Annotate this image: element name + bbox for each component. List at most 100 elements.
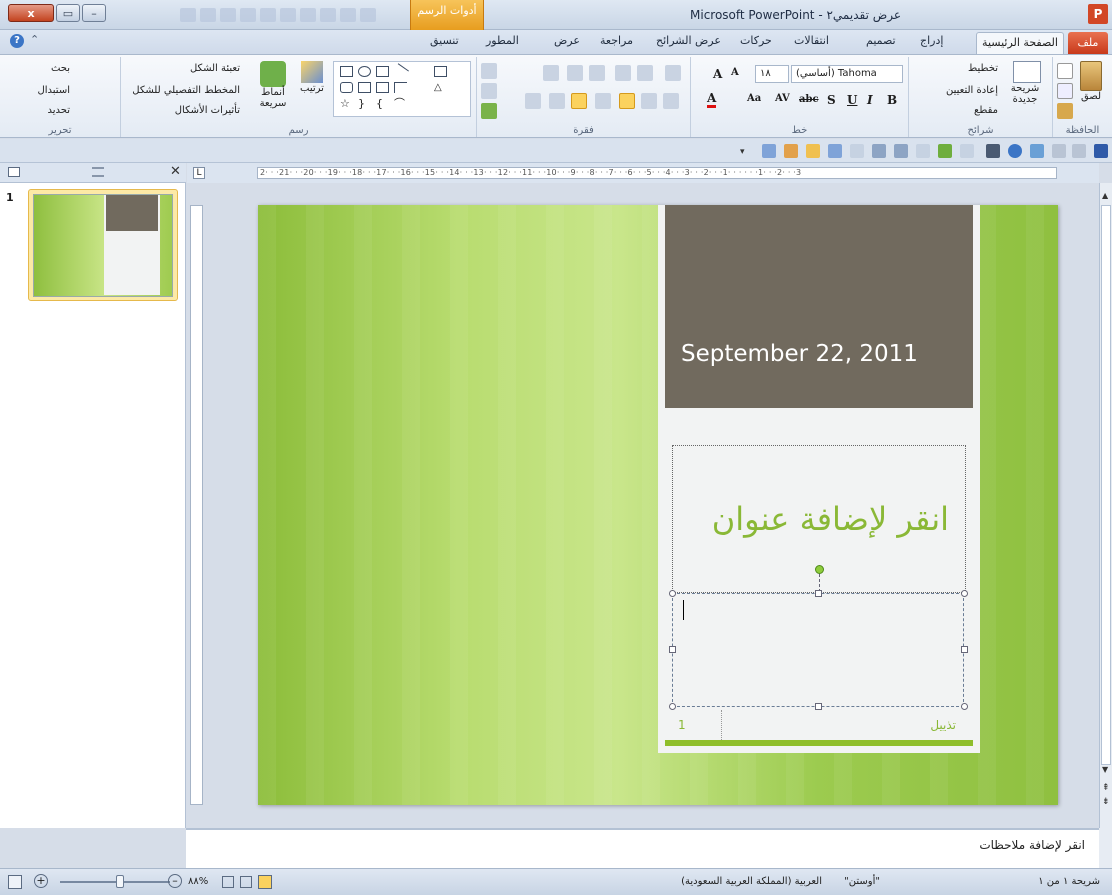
copy-icon[interactable] [1057, 83, 1073, 99]
scroll-thumb[interactable] [1101, 205, 1111, 765]
rectangle-shape-icon[interactable] [340, 66, 353, 77]
qat-view-icon[interactable] [960, 144, 974, 158]
tab-transitions[interactable]: انتقالات [794, 34, 829, 47]
cut-icon[interactable] [1057, 63, 1073, 79]
slide-thumbnail[interactable] [28, 189, 178, 301]
qat-slideshow-icon[interactable] [762, 144, 776, 158]
rounded-shape-icon[interactable] [340, 82, 353, 93]
tab-view[interactable]: عرض [554, 34, 580, 47]
format-painter-icon[interactable] [1057, 103, 1073, 119]
rotation-handle[interactable] [815, 565, 824, 574]
bullets-icon[interactable] [615, 65, 631, 81]
layout-button[interactable]: تخطيط [968, 63, 998, 74]
align-text-icon[interactable] [481, 83, 497, 99]
find-button[interactable]: بحث [51, 63, 70, 74]
section-button[interactable]: مقطع [974, 105, 998, 116]
normal-view-icon[interactable] [258, 875, 272, 889]
qat-chart-icon[interactable] [828, 144, 842, 158]
new-slide-button[interactable]: شريحة جديدة [1005, 61, 1049, 105]
oval-shape-icon[interactable] [358, 66, 371, 77]
shape-outline-button[interactable]: المخطط التفصيلي للشكل [132, 85, 240, 96]
save-icon[interactable] [1094, 144, 1108, 158]
columns-icon[interactable] [525, 93, 541, 109]
slides-tab-icon[interactable] [8, 167, 20, 177]
curly-shape-icon[interactable]: { [376, 98, 389, 109]
resize-handle[interactable] [815, 590, 822, 597]
scroll-down-icon[interactable]: ▼ [1102, 765, 1108, 774]
right-arrow-shape-icon[interactable] [376, 82, 389, 93]
arc-shape-icon[interactable]: ⌒ [394, 98, 407, 109]
change-case-button[interactable]: Aa [747, 93, 761, 104]
qat-open-icon[interactable] [806, 144, 820, 158]
powerpoint-logo-icon[interactable]: P [1088, 4, 1108, 24]
qat-picture-icon[interactable] [872, 144, 886, 158]
align-right-icon[interactable] [663, 93, 679, 109]
font-color-button[interactable]: A [707, 91, 717, 108]
shape-fill-button[interactable]: تعبئة الشكل [190, 63, 240, 74]
resize-handle[interactable] [961, 703, 968, 710]
qat-customize-icon[interactable]: ▾ [740, 147, 748, 157]
rtl-direction-icon[interactable] [571, 93, 587, 109]
slide[interactable]: September 22, 2011 انقر لإضافة عنوان 1 ت… [258, 205, 1058, 805]
brace-shape-icon[interactable]: } [358, 98, 371, 109]
tab-file[interactable]: ملف [1068, 32, 1108, 54]
increase-indent-icon[interactable] [567, 65, 583, 81]
tab-developer[interactable]: المطور [486, 34, 519, 47]
textbox-shape-icon[interactable] [434, 66, 447, 77]
select-button[interactable]: تحديد [47, 105, 70, 116]
quick-styles-button[interactable]: أنماط سريعة [253, 61, 293, 109]
grow-font-button[interactable]: A [713, 67, 722, 81]
slide-number[interactable]: 1 [678, 718, 686, 732]
line-spacing-icon[interactable] [543, 65, 559, 81]
qat-tool-icon[interactable] [1030, 144, 1044, 158]
resize-handle[interactable] [669, 703, 676, 710]
bold-button[interactable]: B [887, 93, 897, 107]
qat-align-icon[interactable] [986, 144, 1000, 158]
arrange-button[interactable]: ترتيب [293, 61, 331, 94]
tab-animations[interactable]: حركات [740, 34, 772, 47]
slide-sorter-icon[interactable] [240, 876, 252, 888]
down-arrow-shape-icon[interactable] [358, 82, 371, 93]
shapes-gallery[interactable]: △ ☆ } { ⌒ [333, 61, 471, 117]
minimize-button[interactable]: – [82, 4, 106, 22]
tab-slideshow[interactable]: عرض الشرائح [656, 34, 721, 47]
fit-slide-icon[interactable] [8, 875, 22, 889]
resize-handle[interactable] [815, 703, 822, 710]
text-direction-vertical-icon[interactable] [481, 63, 497, 79]
align-left-icon[interactable] [619, 93, 635, 109]
qat-textbox-icon[interactable] [916, 144, 930, 158]
resize-handle[interactable] [669, 590, 676, 597]
ltr-direction-icon[interactable] [549, 93, 565, 109]
zoom-in-icon[interactable]: + [34, 874, 48, 888]
underline-button[interactable]: U [847, 93, 857, 107]
paste-button[interactable]: لصق [1073, 61, 1109, 102]
tab-insert[interactable]: إدراج [920, 34, 943, 47]
help-icon[interactable]: ? [10, 34, 24, 48]
zoom-slider[interactable] [60, 881, 170, 883]
next-slide-icon[interactable]: ⇟ [1102, 797, 1110, 807]
tab-format[interactable]: تنسيق [430, 34, 459, 47]
reset-button[interactable]: إعادة التعيين [946, 85, 998, 96]
font-size-select[interactable]: ١٨ [755, 65, 789, 83]
date-box[interactable]: September 22, 2011 [665, 205, 973, 408]
resize-handle[interactable] [669, 646, 676, 653]
tab-design[interactable]: تصميم [866, 34, 896, 47]
tab-review[interactable]: مراجعة [600, 34, 633, 47]
line-shape-icon[interactable] [392, 63, 409, 80]
character-spacing-button[interactable]: AV [775, 93, 790, 104]
numbering-icon[interactable] [637, 65, 653, 81]
zoom-level[interactable]: %٨٨ [188, 876, 208, 887]
qat-help-icon[interactable] [1008, 144, 1022, 158]
tab-selector[interactable]: L [193, 167, 205, 179]
ruler-marks[interactable]: 2· · ·21· · ·20· · ·19· · ·18· · ·17· · … [257, 167, 1057, 179]
text-direction-icon[interactable] [665, 65, 681, 81]
zoom-slider-thumb[interactable] [116, 875, 124, 888]
shape-effects-button[interactable]: تأثيرات الأشكال [175, 105, 240, 116]
resize-handle[interactable] [961, 646, 968, 653]
smartart-icon[interactable] [481, 103, 497, 119]
qat-layout-icon[interactable] [850, 144, 864, 158]
decrease-indent-icon[interactable] [589, 65, 605, 81]
shadow-button[interactable]: S [827, 93, 836, 107]
italic-button[interactable]: I [867, 93, 873, 107]
resize-handle[interactable] [961, 590, 968, 597]
